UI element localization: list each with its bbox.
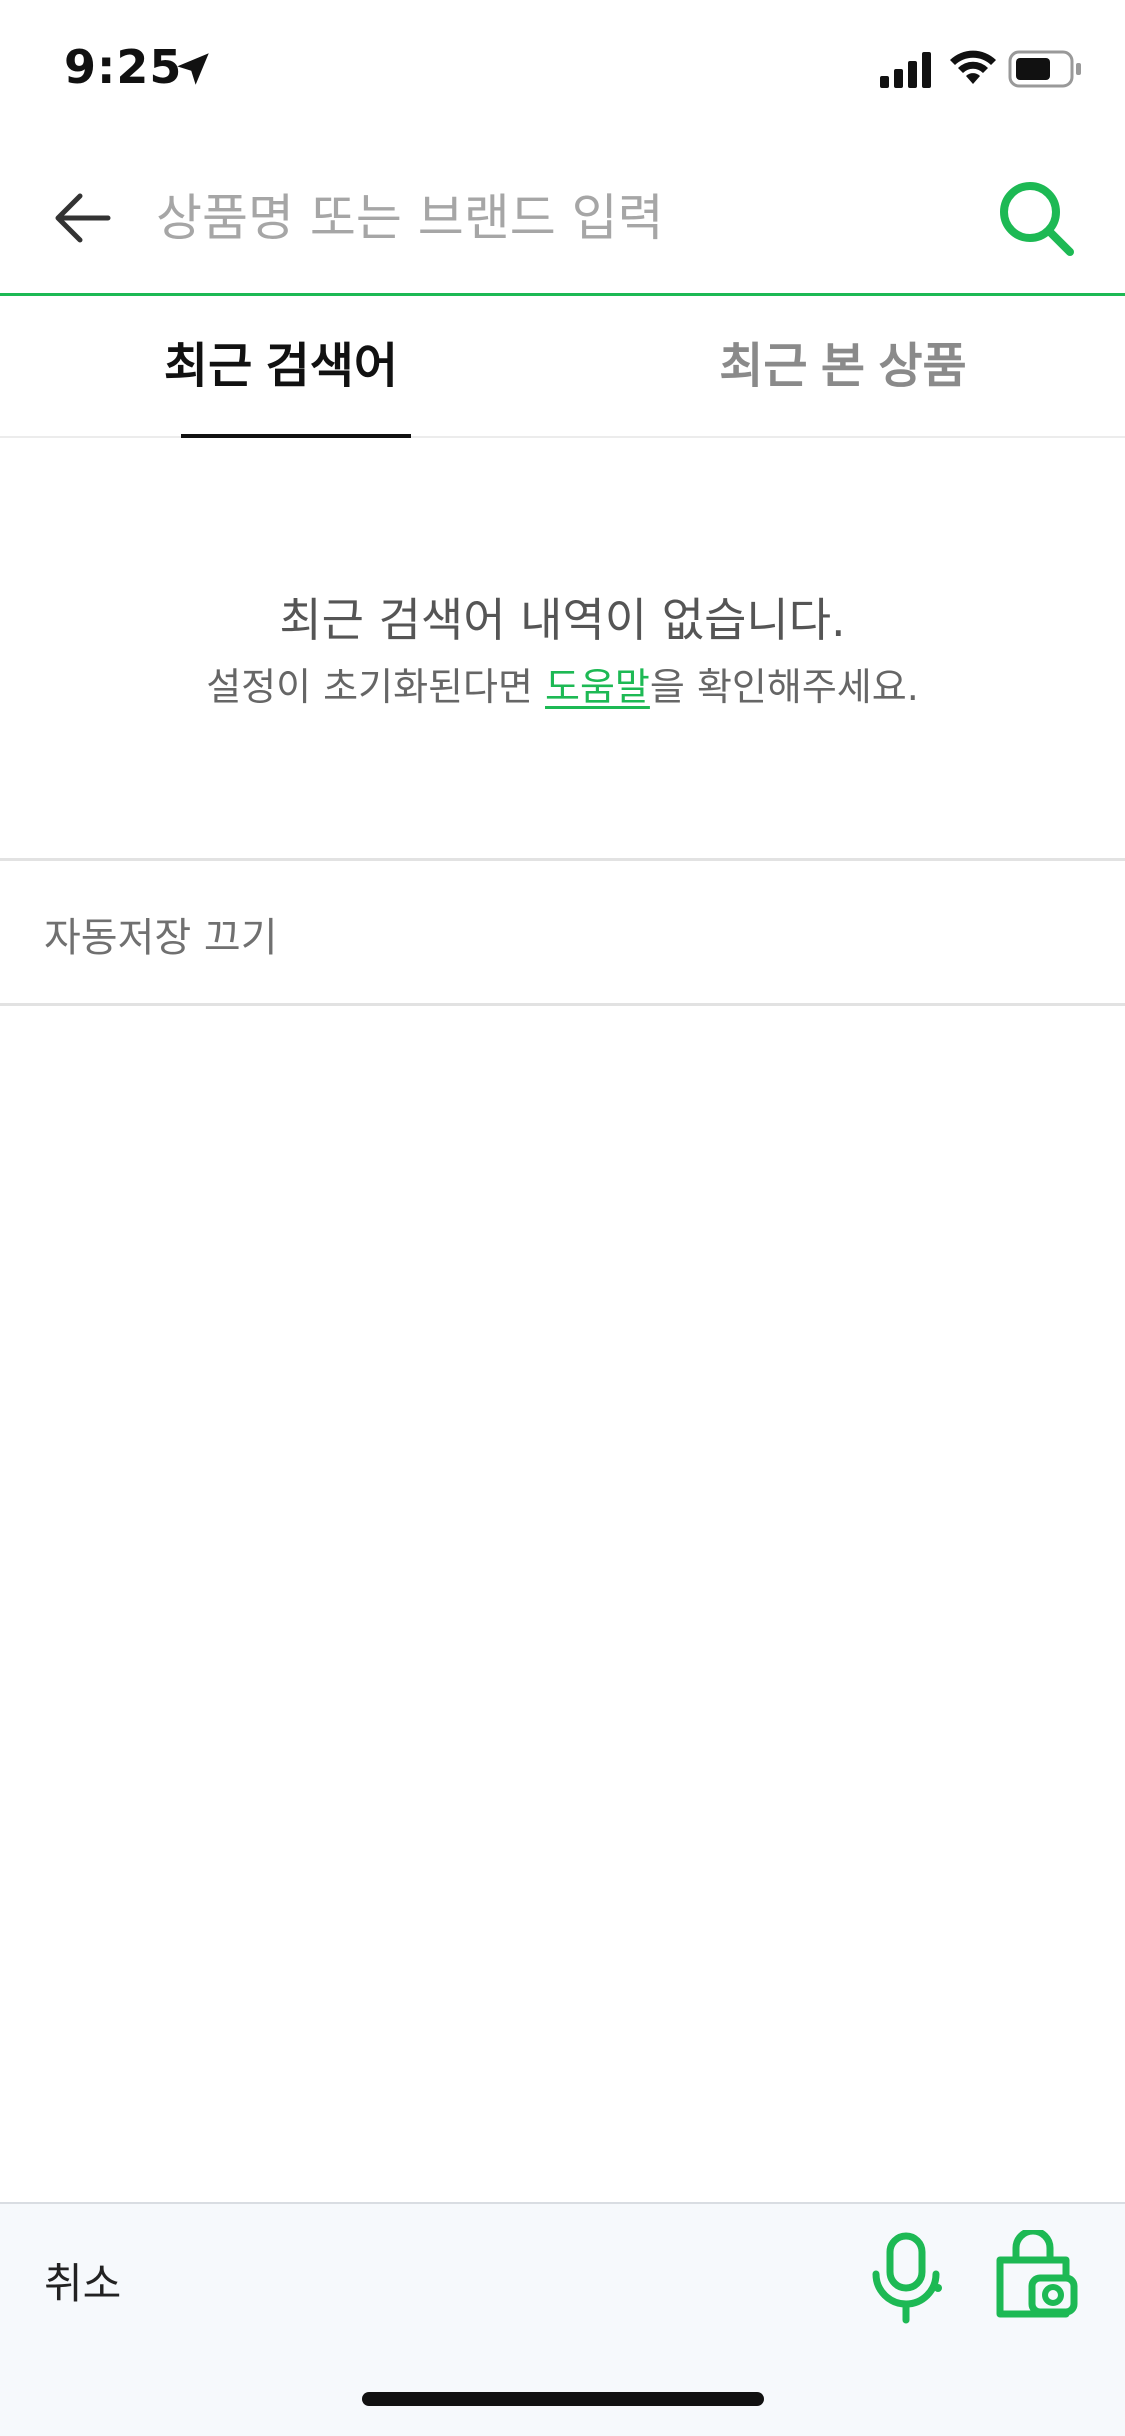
- location-arrow-icon: [177, 53, 209, 85]
- camera-bag-icon[interactable]: [992, 2230, 1078, 2322]
- search-header: [0, 140, 1125, 296]
- empty-state-title: 최근 검색어 내역이 없습니다.: [279, 593, 846, 647]
- empty-desc-after: 을 확인해주세요.: [649, 665, 919, 709]
- tab-recent-products[interactable]: 최근 본 상품: [562, 296, 1124, 438]
- tab-recent-searches[interactable]: 최근 검색어: [0, 296, 562, 438]
- status-time: 9:25: [64, 40, 183, 94]
- search-icon[interactable]: [994, 176, 1078, 260]
- battery-icon: [1008, 50, 1081, 88]
- tab-recent-products-label: 최근 본 상품: [719, 340, 967, 393]
- empty-state-description: 설정이 초기화된다면 도움말을 확인해주세요.: [0, 656, 1125, 711]
- autosave-row: 자동저장 끄기: [0, 861, 1125, 1003]
- tab-bar: 최근 검색어 최근 본 상품: [0, 296, 1125, 438]
- autosave-off-button[interactable]: 자동저장 끄기: [44, 905, 278, 963]
- help-link[interactable]: 도움말: [545, 665, 650, 709]
- tab-recent-searches-label: 최근 검색어: [163, 340, 399, 393]
- back-arrow-icon[interactable]: [46, 182, 118, 254]
- divider: [0, 1003, 1125, 1006]
- signal-icon: [880, 52, 931, 88]
- microphone-icon[interactable]: [866, 2230, 946, 2326]
- empty-state: 최근 검색어 내역이 없습니다. 설정이 초기화된다면 도움말을 확인해주세요.: [0, 438, 1125, 858]
- wifi-icon: [950, 50, 996, 84]
- home-indicator: [362, 2392, 764, 2406]
- empty-desc-before: 설정이 초기화된다면: [206, 665, 546, 709]
- status-bar: 9:25: [0, 0, 1125, 140]
- cancel-button[interactable]: 취소: [44, 2250, 121, 2311]
- search-input[interactable]: [148, 168, 984, 268]
